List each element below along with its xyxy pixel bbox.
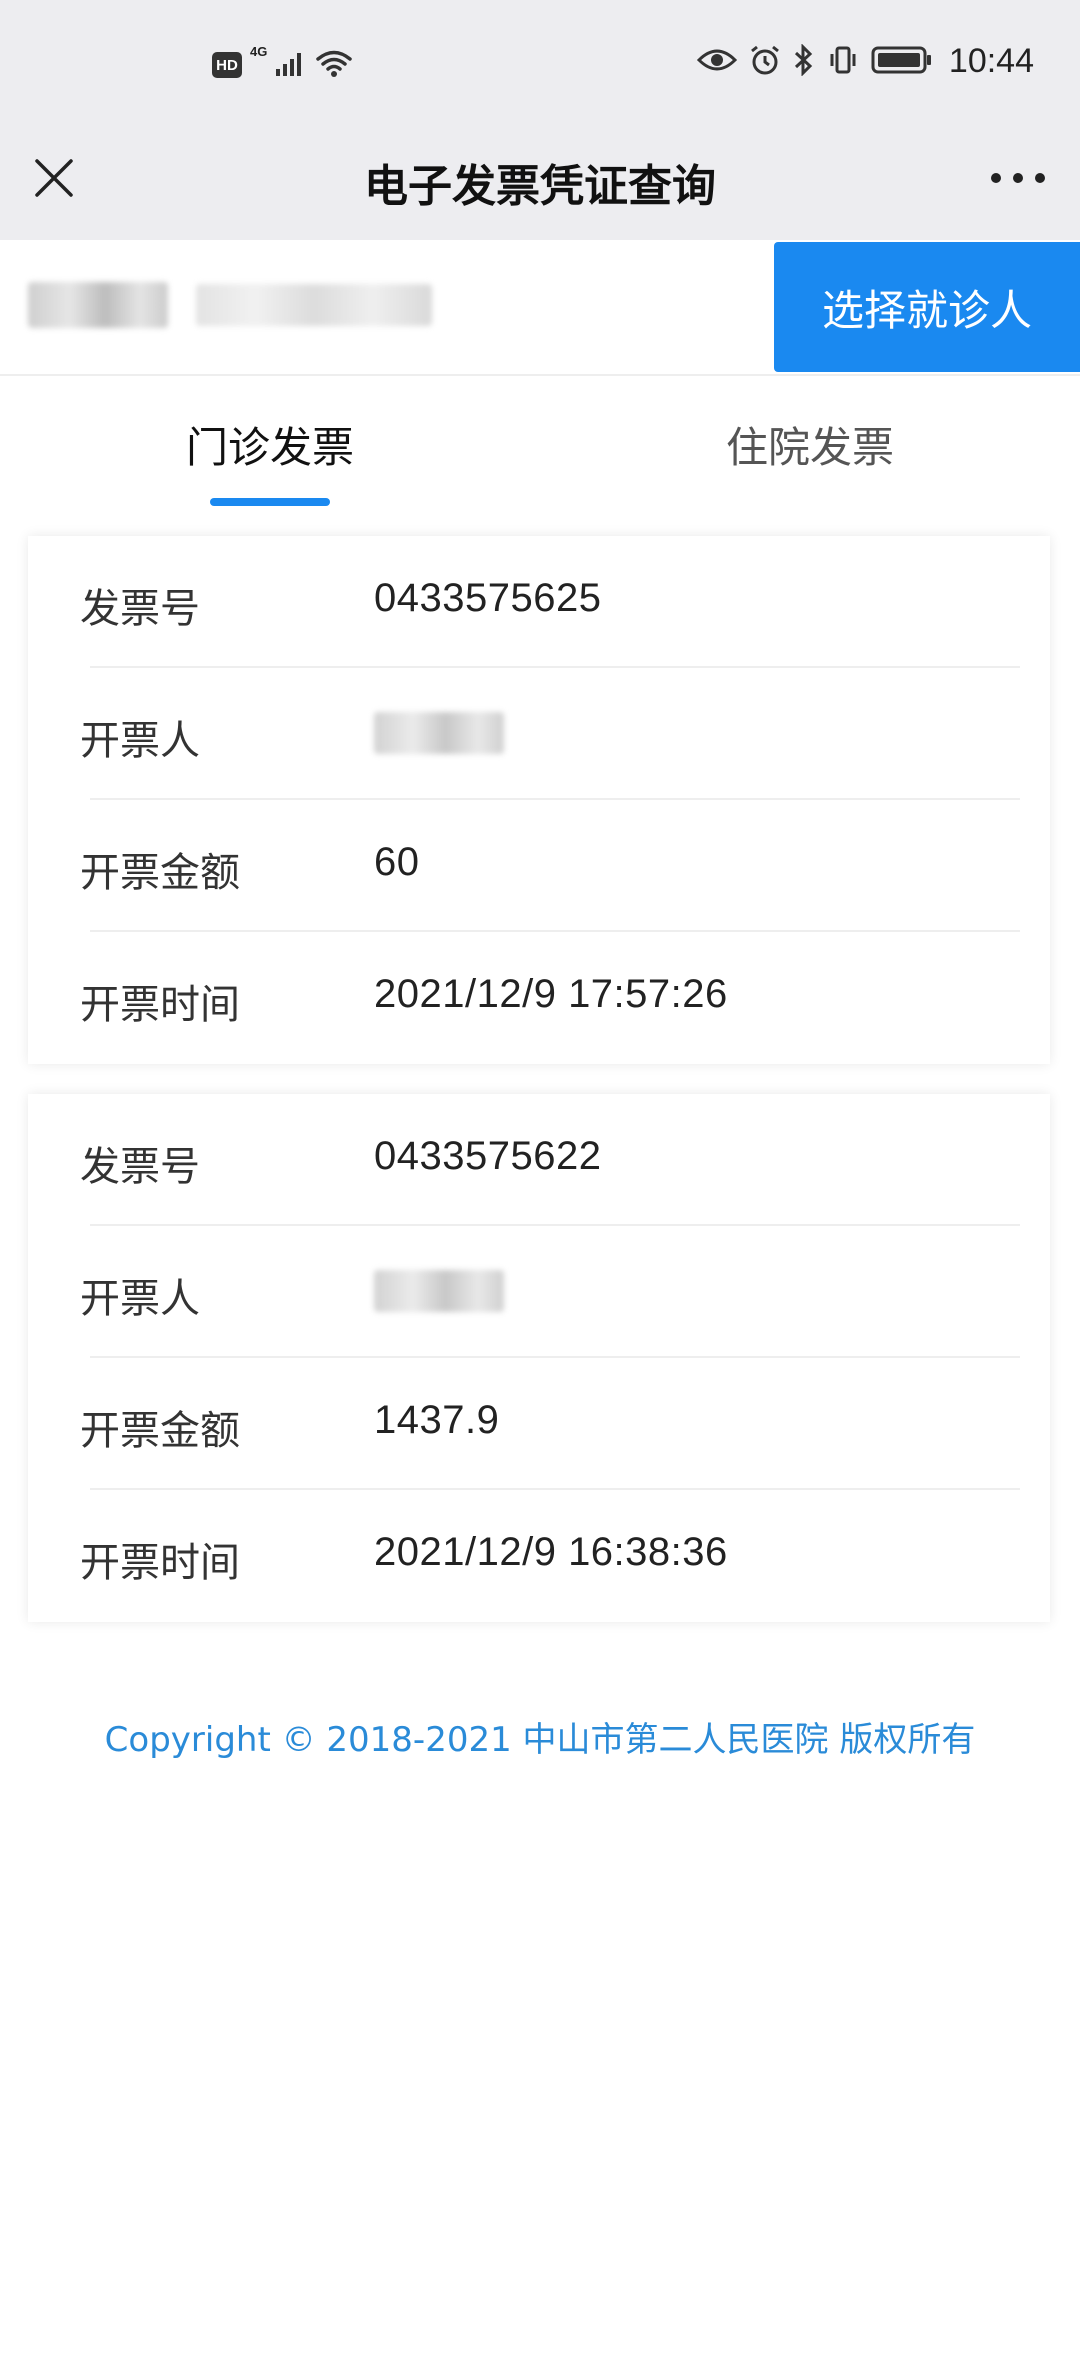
copyright-footer: Copyright © 2018-2021 中山市第二人民医院 版权所有	[104, 1720, 976, 1760]
status-left: HD 4G	[212, 44, 353, 82]
amount-row: 开票金额 1437.9	[28, 1358, 1050, 1490]
issuer-label: 开票人	[80, 1276, 200, 1322]
issuer-row: 开票人	[28, 668, 1050, 800]
issuer-value-redacted	[374, 712, 504, 754]
hd-badge: HD	[212, 52, 242, 78]
invoice-number-value: 0433575625	[374, 576, 602, 620]
eye-icon	[696, 46, 738, 78]
status-right: 10:44	[696, 42, 1034, 81]
amount-row: 开票金额 60	[28, 800, 1050, 932]
patient-id-redacted	[196, 284, 432, 326]
issuer-value-redacted	[374, 1270, 504, 1312]
nav-bar: 电子发票凭证查询	[0, 136, 1080, 240]
invoice-number-row: 发票号 0433575622	[28, 1094, 1050, 1226]
patient-name-redacted	[28, 282, 168, 328]
tab-label: 门诊发票	[185, 423, 354, 472]
top-header: HD 4G 10:44 电子发票凭证查询	[0, 0, 1080, 240]
invoice-tabs: 门诊发票 住院发票	[0, 376, 1080, 510]
invoice-card[interactable]: 发票号 0433575622 开票人 开票金额 1437.9 开票时间 2021…	[28, 1094, 1050, 1622]
amount-label: 开票金额	[80, 1408, 240, 1454]
active-tab-indicator	[210, 498, 330, 506]
signal-icon	[275, 49, 307, 81]
issuer-row: 开票人	[28, 1226, 1050, 1358]
page-title: 电子发票凭证查询	[364, 161, 716, 212]
amount-label: 开票金额	[80, 850, 240, 896]
time-value: 2021/12/9 17:57:26	[374, 972, 728, 1016]
time-row: 开票时间 2021/12/9 17:57:26	[28, 932, 1050, 1064]
status-bar: HD 4G 10:44	[0, 0, 1080, 136]
patient-bar: 选择就诊人	[0, 240, 1080, 376]
invoice-card[interactable]: 发票号 0433575625 开票人 开票金额 60 开票时间 2021/12/…	[28, 536, 1050, 1064]
select-patient-button[interactable]: 选择就诊人	[774, 242, 1080, 372]
vibrate-icon	[827, 44, 859, 80]
alarm-icon	[749, 44, 781, 80]
time-row: 开票时间 2021/12/9 16:38:36	[28, 1490, 1050, 1622]
amount-value: 1437.9	[374, 1398, 500, 1442]
time-value: 2021/12/9 16:38:36	[374, 1530, 728, 1574]
bluetooth-icon	[793, 42, 815, 80]
status-time: 10:44	[948, 42, 1034, 80]
network-type: 4G	[250, 44, 268, 59]
time-label: 开票时间	[80, 1540, 240, 1586]
wifi-icon	[315, 48, 353, 82]
invoice-number-row: 发票号 0433575625	[28, 536, 1050, 668]
invoice-number-label: 发票号	[80, 586, 200, 632]
issuer-label: 开票人	[80, 718, 200, 764]
battery-icon	[871, 45, 933, 79]
tab-label: 住院发票	[725, 423, 894, 472]
invoice-number-value: 0433575622	[374, 1134, 602, 1178]
tab-outpatient-invoice[interactable]: 门诊发票	[0, 376, 540, 510]
tab-inpatient-invoice[interactable]: 住院发票	[540, 376, 1080, 510]
amount-value: 60	[374, 840, 420, 884]
more-icon[interactable]	[984, 154, 1052, 202]
invoice-number-label: 发票号	[80, 1144, 200, 1190]
time-label: 开票时间	[80, 982, 240, 1028]
